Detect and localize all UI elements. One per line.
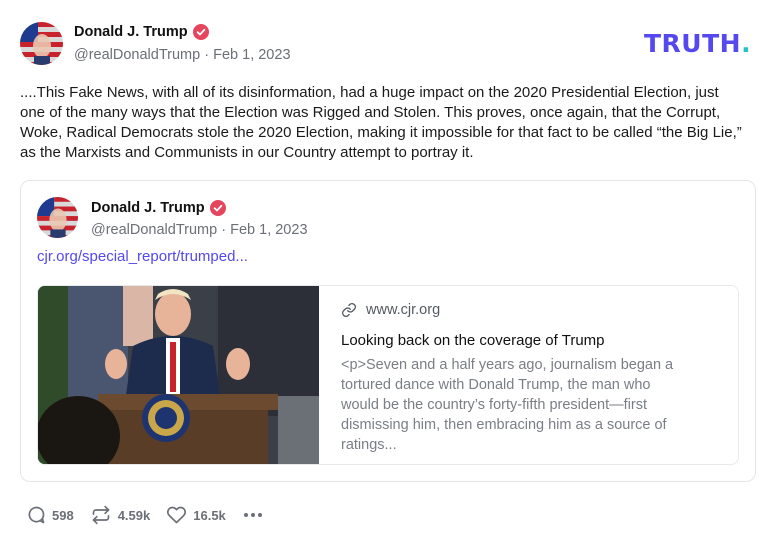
- author-meta: @realDonaldTrump · Feb 1, 2023: [74, 47, 291, 63]
- verified-badge-icon: [209, 200, 226, 216]
- author-name-text[interactable]: Donald J. Trump: [74, 24, 188, 40]
- author-name[interactable]: Donald J. Trump: [74, 24, 209, 40]
- action-bar: 598 4.59k 16.5k: [26, 505, 280, 525]
- like-button[interactable]: 16.5k: [166, 505, 226, 525]
- verified-badge-icon: [192, 24, 209, 40]
- repost-button[interactable]: 4.59k: [90, 505, 151, 525]
- comment-icon: [28, 506, 45, 524]
- link-preview-card[interactable]: www.cjr.org Looking back on the coverage…: [37, 285, 739, 465]
- link-preview-description: <p>Seven and a half years ago, journalis…: [341, 357, 674, 453]
- truth-logo[interactable]: TRUTH.: [644, 29, 751, 58]
- link-preview-domain: www.cjr.org: [341, 302, 686, 318]
- post-date[interactable]: Feb 1, 2023: [213, 47, 290, 63]
- reply-count: 598: [52, 507, 74, 523]
- link-preview-domain-text: www.cjr.org: [366, 302, 441, 318]
- quoted-avatar[interactable]: [37, 197, 78, 238]
- meta-separator: ·: [221, 222, 227, 238]
- repost-count: 4.59k: [117, 507, 151, 523]
- link-preview-title: Looking back on the coverage of Trump: [341, 332, 605, 349]
- quoted-author-name-text[interactable]: Donald J. Trump: [91, 200, 205, 216]
- link-preview-image[interactable]: [38, 286, 319, 464]
- ellipsis-icon: [243, 513, 262, 517]
- meta-separator: ·: [204, 47, 210, 63]
- quoted-post-link[interactable]: cjr.org/special_report/trumped...: [37, 248, 248, 265]
- reply-button[interactable]: 598: [26, 505, 74, 525]
- link-icon: [342, 303, 356, 317]
- quoted-author-meta: @realDonaldTrump · Feb 1, 2023: [91, 222, 308, 238]
- logo-dot: .: [741, 29, 752, 58]
- quoted-post-date[interactable]: Feb 1, 2023: [230, 222, 307, 238]
- like-count: 16.5k: [193, 507, 226, 523]
- logo-text: TRUTH: [644, 29, 742, 58]
- quoted-author-handle[interactable]: @realDonaldTrump: [91, 222, 217, 238]
- repost-icon: [92, 505, 110, 525]
- quoted-author-name[interactable]: Donald J. Trump: [91, 200, 226, 216]
- post-text: ....This Fake News, with all of its disi…: [20, 84, 742, 161]
- heart-icon: [167, 506, 187, 524]
- avatar[interactable]: [20, 22, 63, 65]
- more-options-button[interactable]: [242, 505, 264, 525]
- link-preview-body: www.cjr.org Looking back on the coverage…: [319, 286, 706, 464]
- author-handle[interactable]: @realDonaldTrump: [74, 47, 200, 63]
